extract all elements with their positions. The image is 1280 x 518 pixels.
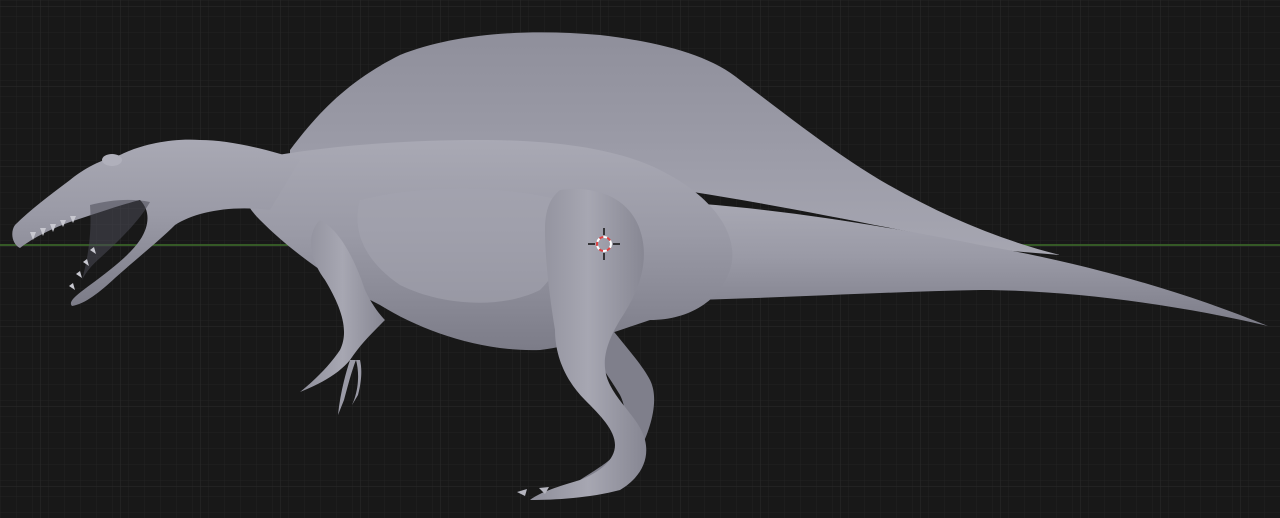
3d-viewport[interactable] [0, 0, 1280, 518]
eye-ridge [102, 154, 122, 166]
